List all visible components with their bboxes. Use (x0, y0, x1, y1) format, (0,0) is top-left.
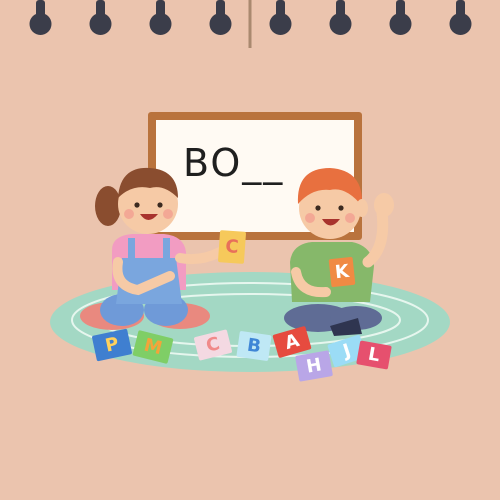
board-text: BO__ (183, 141, 284, 185)
ring-icon (209, 0, 232, 35)
ring-icon (29, 0, 52, 35)
letter-card: C (218, 230, 246, 264)
ring-icon (449, 0, 472, 35)
scene: BO__ C K P M C B A H J L (29, 0, 472, 382)
ring-icon (89, 0, 112, 35)
ring-icon (269, 0, 292, 35)
ring-icon (149, 0, 172, 35)
letter-card: K (328, 257, 356, 287)
spiral-rings (29, 0, 472, 48)
ring-icon (329, 0, 352, 35)
letter-card: B (236, 331, 272, 361)
ring-icon (389, 0, 412, 35)
svg-text:B: B (246, 335, 263, 358)
svg-text:C: C (225, 236, 240, 258)
